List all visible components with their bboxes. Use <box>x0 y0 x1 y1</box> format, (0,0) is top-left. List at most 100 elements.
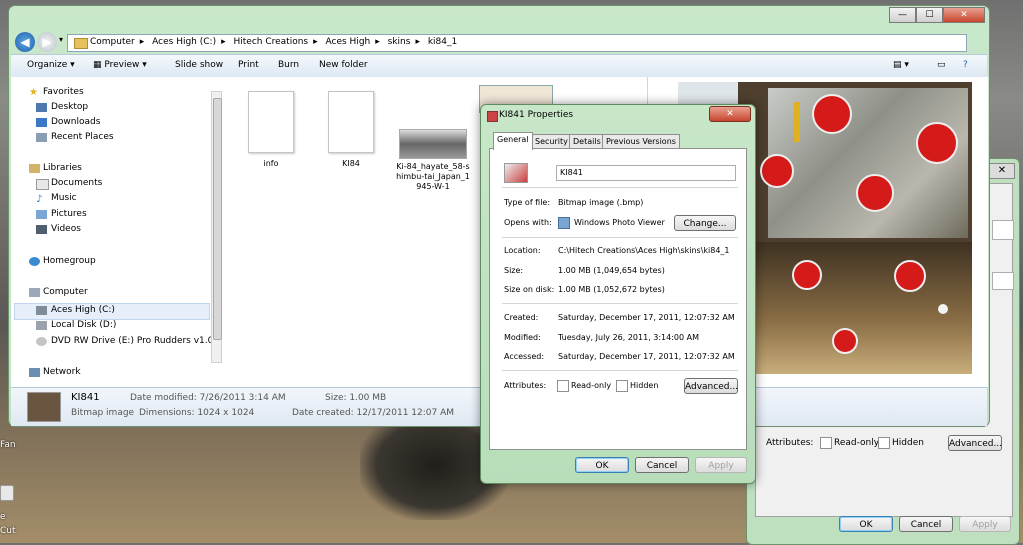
back-ok-button[interactable]: OK <box>839 516 893 532</box>
breadcrumb-item[interactable]: skins <box>388 37 411 47</box>
back-attributes-label: Attributes: <box>766 438 814 448</box>
sidebar-item-local-disk[interactable]: Local Disk (D:) <box>51 320 116 330</box>
new-folder-button[interactable]: New folder <box>319 60 368 70</box>
sidebar-item-pictures[interactable]: Pictures <box>51 209 87 219</box>
organize-button[interactable]: Organize ▾ <box>27 60 75 70</box>
created-value: Saturday, December 17, 2011, 12:07:32 AM <box>558 313 735 322</box>
drive-icon <box>36 306 47 315</box>
modified-value: Tuesday, July 26, 2011, 3:14:00 AM <box>558 333 700 342</box>
tab-details[interactable]: Details <box>569 134 605 149</box>
back-readonly-label: Read-only <box>834 438 880 448</box>
desktop-icon <box>36 103 47 112</box>
documents-icon <box>36 179 49 190</box>
libraries-icon <box>29 164 40 173</box>
sidebar-item-recent-places[interactable]: Recent Places <box>51 132 114 142</box>
file-item[interactable]: Ki-84_hayate_58-shimbu-tai_Japan_1945-W-… <box>395 129 471 192</box>
back-arrow-icon[interactable]: ◀ <box>15 32 35 52</box>
scrollbar-thumb[interactable] <box>213 98 222 340</box>
change-button[interactable]: Change... <box>674 215 736 231</box>
tab-general[interactable]: General <box>493 132 533 150</box>
breadcrumb-item[interactable]: ki84_1 <box>428 37 457 47</box>
back-advanced-button[interactable]: Advanced... <box>948 435 1002 451</box>
apply-button[interactable]: Apply <box>695 457 747 473</box>
forward-arrow-icon[interactable]: ▶ <box>37 32 57 52</box>
file-item[interactable]: KI84 <box>321 91 381 168</box>
advanced-button[interactable]: Advanced... <box>684 378 738 394</box>
file-name-field[interactable]: KI841 <box>556 165 736 181</box>
help-icon[interactable]: ? <box>963 60 968 70</box>
back-dialog-close-button[interactable]: ✕ <box>989 163 1015 179</box>
accessed-value: Saturday, December 17, 2011, 12:07:32 AM <box>558 352 735 361</box>
breadcrumb-item[interactable]: Aces High <box>326 37 371 47</box>
photo-viewer-icon <box>558 217 570 229</box>
sidebar-item-desktop[interactable]: Desktop <box>51 102 88 112</box>
downloads-icon <box>36 118 47 127</box>
sidebar-item-music[interactable]: Music <box>51 193 77 203</box>
back-hidden-checkbox[interactable] <box>878 437 890 449</box>
preview-label: Preview ▾ <box>104 60 147 70</box>
preview-pane-icon[interactable]: ▭ <box>937 60 946 70</box>
tab-security[interactable]: Security <box>531 134 572 149</box>
breadcrumb-item[interactable]: Aces High (C:) <box>152 37 216 47</box>
breadcrumb-item[interactable]: Computer <box>90 37 135 47</box>
recent-pages-dropdown-icon[interactable]: ▾ <box>59 35 63 44</box>
read-only-checkbox[interactable] <box>557 380 569 392</box>
tab-previous-versions[interactable]: Previous Versions <box>602 134 680 149</box>
back-dialog-field <box>992 220 1014 240</box>
dialog-close-button[interactable]: ✕ <box>709 106 751 122</box>
window-controls: — ☐ ✕ <box>889 7 985 23</box>
sidebar-favorites[interactable]: Favorites <box>43 87 84 97</box>
cancel-button[interactable]: Cancel <box>635 457 689 473</box>
file-name: info <box>263 159 279 168</box>
breadcrumb-item[interactable]: Hitech Creations <box>233 37 308 47</box>
back-readonly-checkbox[interactable] <box>820 437 832 449</box>
attributes-label: Attributes: <box>504 381 547 390</box>
sidebar-homegroup[interactable]: Homegroup <box>43 256 96 266</box>
ok-button[interactable]: OK <box>575 457 629 473</box>
music-icon: ♪ <box>36 194 43 205</box>
sidebar-item-dvd-drive[interactable]: DVD RW Drive (E:) Pro Rudders v1.0 <box>51 336 213 346</box>
preview-button[interactable]: ▦ Preview ▾ <box>93 60 147 70</box>
divider <box>502 187 738 188</box>
dvd-drive-icon <box>36 337 47 346</box>
maximize-button[interactable]: ☐ <box>916 7 943 23</box>
details-dimensions: Dimensions: 1024 x 1024 <box>139 408 255 418</box>
created-label: Created: <box>504 313 539 322</box>
drive-icon <box>36 321 47 330</box>
details-size: Size: 1.00 MB <box>325 393 387 403</box>
photo-thumbnail-icon <box>399 129 467 159</box>
file-type-icon <box>504 163 528 183</box>
size-label: Size: <box>504 266 524 275</box>
details-file-name: KI841 <box>71 392 100 403</box>
print-button[interactable]: Print <box>238 60 259 70</box>
desktop-shortcut-icon[interactable] <box>0 485 14 501</box>
breadcrumb: Computer ▸ Aces High (C:) ▸ Hitech Creatio… <box>90 37 458 47</box>
modified-label: Modified: <box>504 333 541 342</box>
file-thumbnail <box>27 392 61 422</box>
minimize-button[interactable]: — <box>889 7 916 23</box>
close-button[interactable]: ✕ <box>943 7 985 23</box>
navigation-scrollbar[interactable] <box>211 91 222 363</box>
back-cancel-button[interactable]: Cancel <box>899 516 953 532</box>
slide-show-button[interactable]: Slide show <box>175 60 223 70</box>
burn-button[interactable]: Burn <box>278 60 299 70</box>
network-icon <box>29 368 40 377</box>
opens-with-value: Windows Photo Viewer <box>574 218 665 227</box>
file-item[interactable]: info <box>241 91 301 168</box>
sidebar-item-videos[interactable]: Videos <box>51 224 81 234</box>
sidebar-libraries[interactable]: Libraries <box>43 163 82 173</box>
pictures-icon <box>36 210 47 219</box>
sidebar-item-aces-high-drive[interactable]: Aces High (C:) <box>51 305 115 315</box>
divider <box>502 370 738 371</box>
size-value: 1.00 MB (1,049,654 bytes) <box>558 266 665 275</box>
back-apply-button[interactable]: Apply <box>959 516 1011 532</box>
sidebar-computer[interactable]: Computer <box>43 287 88 297</box>
sidebar-item-downloads[interactable]: Downloads <box>51 117 100 127</box>
hidden-checkbox[interactable] <box>616 380 628 392</box>
sidebar-item-documents[interactable]: Documents <box>51 178 102 188</box>
size-on-disk-value: 1.00 MB (1,052,672 bytes) <box>558 285 665 294</box>
address-bar[interactable]: Computer ▸ Aces High (C:) ▸ Hitech Creatio… <box>67 34 967 52</box>
sidebar-network[interactable]: Network <box>43 367 81 377</box>
back-dialog-button-partial[interactable] <box>992 272 1014 290</box>
view-options-icon[interactable]: ▤ ▾ <box>893 60 909 70</box>
